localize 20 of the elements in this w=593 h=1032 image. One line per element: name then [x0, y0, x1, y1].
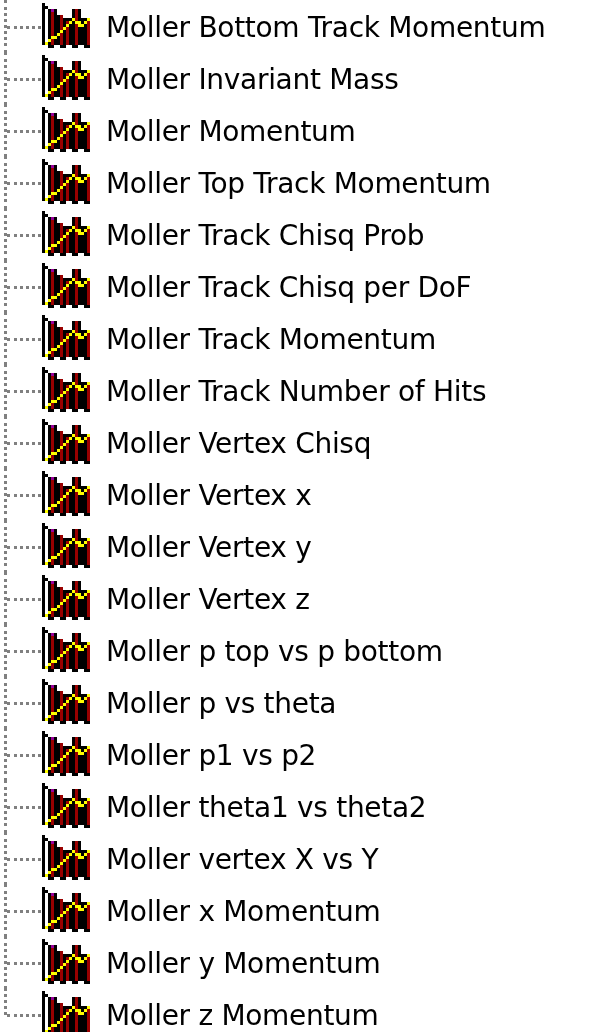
tree-item[interactable]: Moller z Momentum [106, 998, 379, 1032]
tree-item[interactable]: Moller Vertex z [106, 582, 310, 616]
tree-item[interactable]: Moller Vertex x [106, 478, 312, 512]
tree-item[interactable]: Moller Vertex Chisq [106, 426, 372, 460]
tree-item[interactable]: Moller Vertex y [106, 530, 312, 564]
tree-item[interactable]: Moller Track Number of Hits [106, 374, 487, 408]
tree-item[interactable]: Moller theta1 vs theta2 [106, 790, 427, 824]
tree-item[interactable]: Moller Track Chisq per DoF [106, 270, 472, 304]
tree-item[interactable]: Moller Momentum [106, 114, 356, 148]
tree-item[interactable]: Moller Invariant Mass [106, 62, 399, 96]
tree-item[interactable]: Moller Track Chisq Prob [106, 218, 425, 252]
tree-item[interactable]: Moller p top vs p bottom [106, 634, 443, 668]
tree-item[interactable]: Moller y Momentum [106, 946, 381, 980]
tree-item[interactable]: Moller p1 vs p2 [106, 738, 317, 772]
tree-item[interactable]: Moller vertex X vs Y [106, 842, 379, 876]
tree-item[interactable]: Moller p vs theta [106, 686, 337, 720]
tree-item[interactable]: Moller x Momentum [106, 894, 381, 928]
tree-item[interactable]: Moller Top Track Momentum [106, 166, 491, 200]
tree-item[interactable]: Moller Bottom Track Momentum [106, 10, 546, 44]
tree-item[interactable]: Moller Track Momentum [106, 322, 436, 356]
